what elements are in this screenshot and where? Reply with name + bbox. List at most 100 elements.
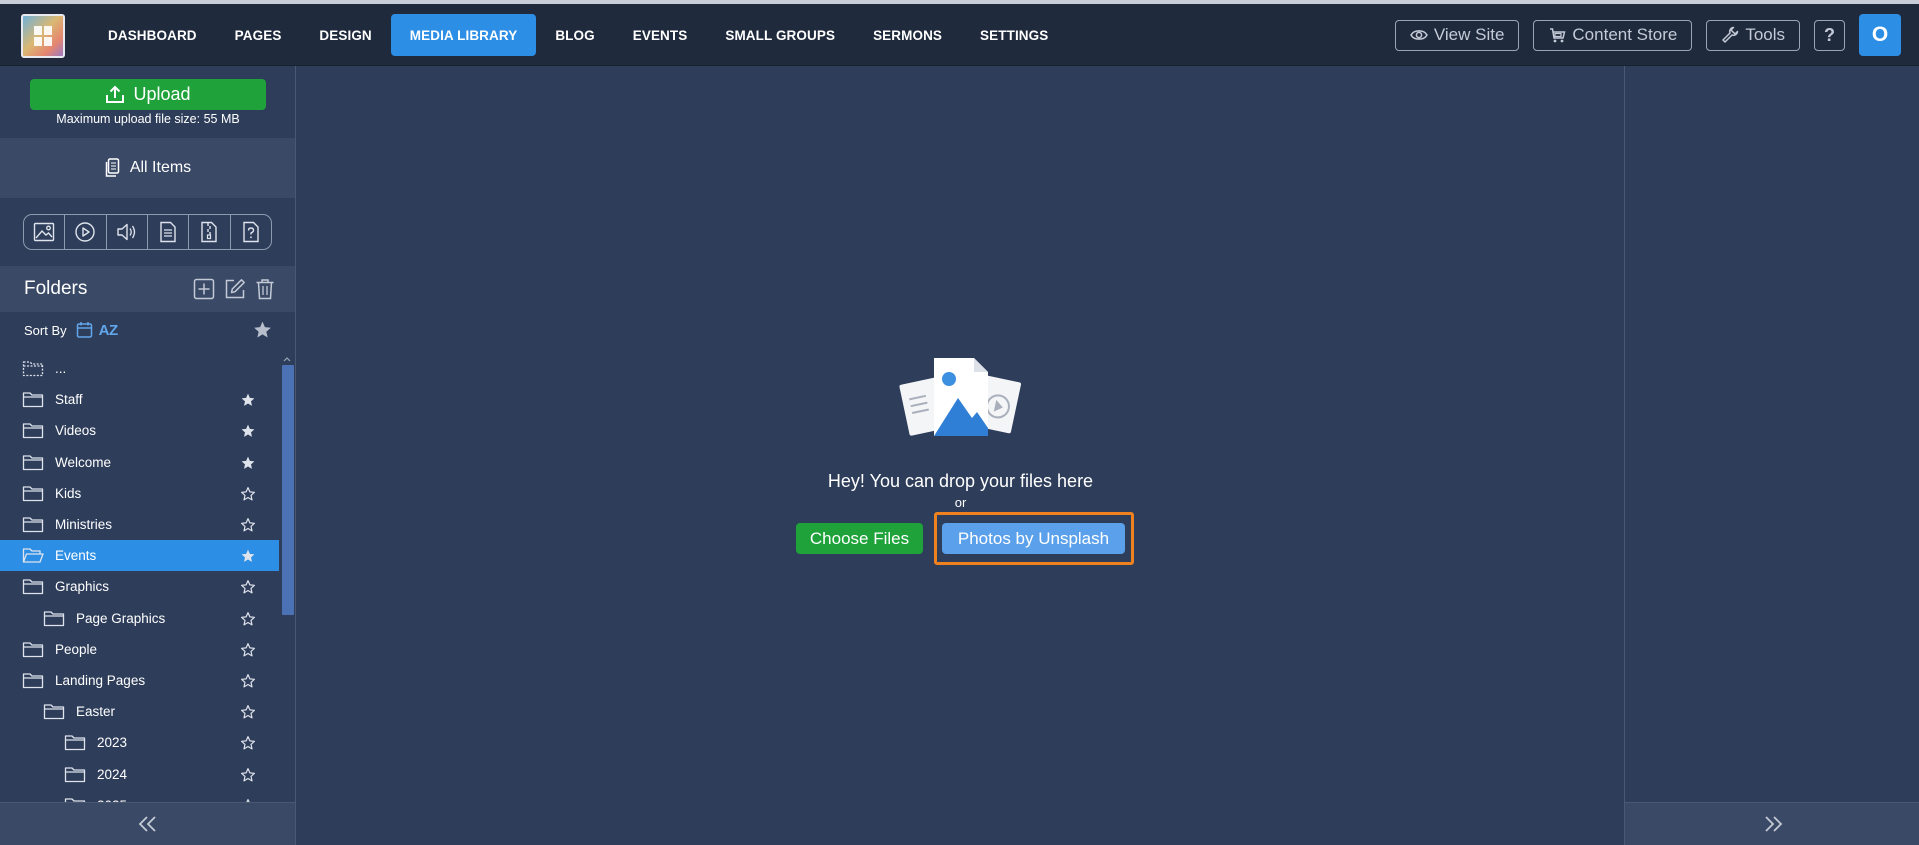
folder-row[interactable]: 2025 (0, 790, 279, 802)
nav-item-blog[interactable]: BLOG (536, 14, 613, 56)
folder-icon (22, 423, 44, 439)
collapse-sidebar-button[interactable] (0, 802, 295, 845)
delete-folder-icon[interactable] (255, 278, 275, 300)
view-site-button[interactable]: View Site (1394, 19, 1520, 51)
star-outline-icon[interactable] (240, 517, 256, 533)
folder-actions (193, 278, 275, 300)
all-items-icon (105, 158, 120, 177)
help-button[interactable]: ? (1814, 19, 1845, 51)
folder-name: Kids (55, 485, 82, 501)
media-sidebar: Upload Maximum upload file size: 55 MB A… (0, 66, 296, 845)
star-outline-icon[interactable] (240, 767, 256, 783)
folder-icon (43, 610, 65, 626)
folder-name: 2023 (97, 735, 128, 751)
folder-row[interactable]: Easter (0, 696, 279, 727)
folder-row[interactable]: Events (0, 540, 279, 572)
star-outline-icon[interactable] (240, 642, 256, 658)
tools-button[interactable]: Tools (1706, 19, 1800, 51)
sort-by-date-icon[interactable] (76, 321, 93, 339)
upload-button[interactable]: Upload (30, 79, 266, 110)
nav-item-settings[interactable]: SETTINGS (961, 14, 1067, 56)
image-filter-icon (33, 222, 55, 242)
star-outline-icon[interactable] (240, 611, 256, 627)
add-folder-icon[interactable] (193, 278, 215, 300)
folder-name: Videos (55, 423, 97, 439)
folder-row[interactable]: Graphics (0, 571, 279, 602)
folder-row[interactable]: Page Graphics (0, 603, 279, 634)
expand-details-panel-button[interactable] (1625, 802, 1919, 845)
folder-row[interactable]: ... (0, 353, 279, 384)
folders-header: Folders (0, 266, 295, 312)
choose-files-button[interactable]: Choose Files (796, 523, 923, 554)
store-cart-icon (1550, 27, 1566, 42)
folder-list-scrollbar[interactable] (281, 353, 294, 845)
folder-row[interactable]: Videos (0, 415, 279, 446)
nav-item-sermons[interactable]: SERMONS (854, 14, 961, 56)
folder-name: Landing Pages (55, 673, 146, 688)
unsplash-highlight: Photos by Unsplash (934, 512, 1134, 565)
all-items-button[interactable]: All Items (0, 138, 295, 198)
nav-item-media-library[interactable]: MEDIA LIBRARY (390, 14, 537, 56)
nav-item-events[interactable]: EVENTS (614, 14, 707, 56)
image-filter-button[interactable] (24, 215, 66, 249)
folder-list: ... Staff Videos Welcome Kids Ministries Event… (0, 353, 279, 802)
folder-name: Ministries (55, 517, 113, 532)
sort-by-favorite-star-icon[interactable] (252, 320, 273, 340)
video-filter-button[interactable] (65, 215, 107, 249)
star-filled-icon[interactable] (240, 392, 256, 408)
help-label: ? (1824, 24, 1835, 45)
content-store-button[interactable]: Content Store (1533, 19, 1693, 51)
folder-name: People (55, 641, 98, 657)
star-filled-icon[interactable] (240, 548, 256, 564)
folder-icon (22, 673, 44, 689)
nav-item-dashboard[interactable]: DASHBOARD (89, 14, 216, 56)
star-outline-icon[interactable] (240, 486, 256, 502)
folder-row[interactable]: 2023 (0, 727, 279, 758)
files-illustration-icon (899, 358, 1022, 436)
photos-by-unsplash-button[interactable]: Photos by Unsplash (942, 523, 1125, 554)
scrollbar-thumb[interactable] (282, 365, 294, 615)
folders-title: Folders (24, 278, 88, 299)
sort-by-name-button[interactable]: AZ (99, 322, 119, 339)
open-folder-icon (22, 548, 44, 563)
folder-name: Staff (55, 392, 83, 408)
app-logo[interactable] (21, 14, 65, 58)
star-filled-icon[interactable] (240, 423, 256, 439)
archive-filter-button[interactable] (189, 215, 231, 249)
folder-icon (22, 579, 44, 595)
folder-row[interactable]: People (0, 634, 279, 665)
details-panel (1624, 66, 1919, 845)
folder-row[interactable]: Welcome (0, 447, 279, 478)
nav-item-design[interactable]: DESIGN (300, 14, 390, 56)
user-avatar[interactable]: O (1859, 14, 1901, 56)
unknown-filter-button[interactable] (231, 215, 271, 249)
folder-row[interactable]: Staff (0, 384, 279, 415)
document-filter-button[interactable] (148, 215, 190, 249)
upload-label: Upload (133, 84, 191, 104)
edit-folder-icon[interactable] (224, 278, 246, 300)
star-outline-icon[interactable] (240, 579, 256, 595)
star-outline-icon[interactable] (240, 735, 256, 751)
nav-item-small-groups[interactable]: SMALL GROUPS (706, 14, 854, 56)
folder-icon (64, 735, 86, 751)
unknown-filter-icon (243, 221, 259, 243)
document-filter-icon (160, 221, 176, 243)
tools-label: Tools (1745, 25, 1785, 44)
media-drop-area[interactable]: Hey! You can drop your files here or Cho… (297, 66, 1624, 845)
star-outline-icon[interactable] (240, 673, 256, 689)
audio-filter-button[interactable] (107, 215, 148, 249)
double-chevron-left-icon (138, 816, 156, 832)
folder-name: Page Graphics (76, 610, 166, 626)
folder-row[interactable]: Ministries (0, 509, 279, 540)
folder-row[interactable]: Landing Pages (0, 665, 279, 696)
nav-item-pages[interactable]: PAGES (216, 14, 301, 56)
folder-row[interactable]: 2024 (0, 759, 279, 790)
star-filled-icon[interactable] (240, 455, 256, 471)
wrench-icon (1722, 26, 1739, 43)
folder-row[interactable]: Kids (0, 478, 279, 509)
logo-mark-icon (34, 26, 52, 46)
star-outline-icon[interactable] (240, 704, 256, 720)
scroll-up-arrow-icon[interactable] (281, 355, 293, 363)
media-type-filters (23, 214, 272, 250)
folder-icon (43, 704, 65, 720)
